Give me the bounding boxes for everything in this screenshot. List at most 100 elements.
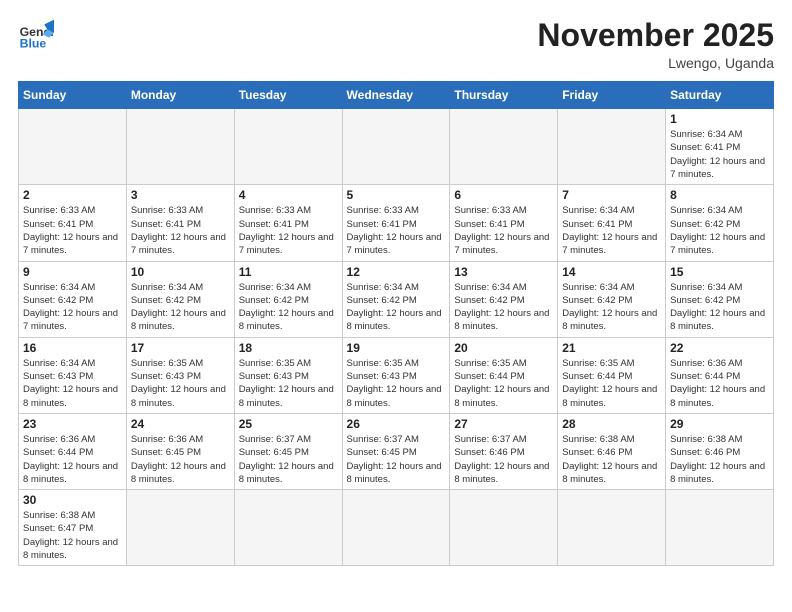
day-info: Sunrise: 6:37 AM Sunset: 6:45 PM Dayligh… (239, 433, 338, 486)
weekday-header-tuesday: Tuesday (234, 82, 342, 109)
svg-text:Blue: Blue (20, 36, 47, 50)
day-number: 27 (454, 417, 553, 431)
calendar-subtitle: Lwengo, Uganda (537, 55, 774, 71)
day-number: 8 (670, 188, 769, 202)
day-info: Sunrise: 6:35 AM Sunset: 6:44 PM Dayligh… (562, 357, 661, 410)
day-cell: 19 Sunrise: 6:35 AM Sunset: 6:43 PM Dayli… (342, 337, 450, 413)
day-cell: 26Sunrise: 6:37 AM Sunset: 6:45 PM Dayli… (342, 413, 450, 489)
week-row-5: 30 Sunrise: 6:38 AM Sunset: 6:47 PM Dayli… (19, 490, 774, 566)
day-number: 2 (23, 188, 122, 202)
day-cell (450, 109, 558, 185)
day-cell: 22 Sunrise: 6:36 AM Sunset: 6:44 PM Dayli… (666, 337, 774, 413)
day-cell: 30 Sunrise: 6:38 AM Sunset: 6:47 PM Dayli… (19, 490, 127, 566)
day-number: 23 (23, 417, 122, 431)
day-cell (126, 490, 234, 566)
weekday-header-wednesday: Wednesday (342, 82, 450, 109)
day-info: Sunrise: 6:33 AM Sunset: 6:41 PM Dayligh… (347, 204, 446, 257)
day-number: 26 (347, 417, 446, 431)
day-cell: 9 Sunrise: 6:34 AM Sunset: 6:42 PM Daylig… (19, 261, 127, 337)
day-info: Sunrise: 6:33 AM Sunset: 6:41 PM Dayligh… (454, 204, 553, 257)
weekday-header-thursday: Thursday (450, 82, 558, 109)
day-info: Sunrise: 6:34 AM Sunset: 6:42 PM Dayligh… (131, 281, 230, 334)
day-cell: 5 Sunrise: 6:33 AM Sunset: 6:41 PM Daylig… (342, 185, 450, 261)
day-cell: 4 Sunrise: 6:33 AM Sunset: 6:41 PM Daylig… (234, 185, 342, 261)
day-number: 10 (131, 265, 230, 279)
day-number: 25 (239, 417, 338, 431)
day-cell (666, 490, 774, 566)
day-number: 12 (347, 265, 446, 279)
day-cell: 27Sunrise: 6:37 AM Sunset: 6:46 PM Dayli… (450, 413, 558, 489)
day-cell: 24 Sunrise: 6:36 AM Sunset: 6:45 PM Dayli… (126, 413, 234, 489)
day-cell: 10 Sunrise: 6:34 AM Sunset: 6:42 PM Dayli… (126, 261, 234, 337)
day-info: Sunrise: 6:33 AM Sunset: 6:41 PM Dayligh… (239, 204, 338, 257)
day-number: 13 (454, 265, 553, 279)
week-row-3: 16 Sunrise: 6:34 AM Sunset: 6:43 PM Dayli… (19, 337, 774, 413)
day-number: 22 (670, 341, 769, 355)
logo-icon: General Blue (18, 18, 54, 54)
day-cell: 13 Sunrise: 6:34 AM Sunset: 6:42 PM Dayli… (450, 261, 558, 337)
day-cell (342, 109, 450, 185)
day-info: Sunrise: 6:34 AM Sunset: 6:42 PM Dayligh… (454, 281, 553, 334)
day-number: 20 (454, 341, 553, 355)
day-info: Sunrise: 6:34 AM Sunset: 6:42 PM Dayligh… (23, 281, 122, 334)
day-number: 1 (670, 112, 769, 126)
day-cell: 18Sunrise: 6:35 AM Sunset: 6:43 PM Dayli… (234, 337, 342, 413)
day-cell (234, 109, 342, 185)
day-info: Sunrise: 6:34 AM Sunset: 6:41 PM Dayligh… (670, 128, 769, 181)
week-row-1: 2 Sunrise: 6:33 AM Sunset: 6:41 PM Daylig… (19, 185, 774, 261)
day-info: Sunrise: 6:35 AM Sunset: 6:43 PM Dayligh… (239, 357, 338, 410)
day-info: Sunrise: 6:38 AM Sunset: 6:46 PM Dayligh… (562, 433, 661, 486)
day-cell: 8Sunrise: 6:34 AM Sunset: 6:42 PM Daylig… (666, 185, 774, 261)
day-cell (126, 109, 234, 185)
day-number: 3 (131, 188, 230, 202)
day-info: Sunrise: 6:34 AM Sunset: 6:42 PM Dayligh… (562, 281, 661, 334)
weekday-header-saturday: Saturday (666, 82, 774, 109)
week-row-4: 23Sunrise: 6:36 AM Sunset: 6:44 PM Dayli… (19, 413, 774, 489)
day-number: 24 (131, 417, 230, 431)
day-cell: 3Sunrise: 6:33 AM Sunset: 6:41 PM Daylig… (126, 185, 234, 261)
day-info: Sunrise: 6:34 AM Sunset: 6:42 PM Dayligh… (239, 281, 338, 334)
day-info: Sunrise: 6:35 AM Sunset: 6:43 PM Dayligh… (347, 357, 446, 410)
day-info: Sunrise: 6:36 AM Sunset: 6:44 PM Dayligh… (670, 357, 769, 410)
day-number: 19 (347, 341, 446, 355)
day-cell: 15Sunrise: 6:34 AM Sunset: 6:42 PM Dayli… (666, 261, 774, 337)
day-cell (342, 490, 450, 566)
day-info: Sunrise: 6:34 AM Sunset: 6:42 PM Dayligh… (347, 281, 446, 334)
weekday-header-sunday: Sunday (19, 82, 127, 109)
day-cell: 14 Sunrise: 6:34 AM Sunset: 6:42 PM Dayli… (558, 261, 666, 337)
day-cell: 6 Sunrise: 6:33 AM Sunset: 6:41 PM Daylig… (450, 185, 558, 261)
day-cell (19, 109, 127, 185)
weekday-header-row: SundayMondayTuesdayWednesdayThursdayFrid… (19, 82, 774, 109)
day-cell: 7Sunrise: 6:34 AM Sunset: 6:41 PM Daylig… (558, 185, 666, 261)
calendar-page: General Blue November 2025 Lwengo, Ugand… (0, 0, 792, 612)
day-number: 21 (562, 341, 661, 355)
day-info: Sunrise: 6:35 AM Sunset: 6:44 PM Dayligh… (454, 357, 553, 410)
day-number: 4 (239, 188, 338, 202)
title-block: November 2025 Lwengo, Uganda (537, 18, 774, 71)
day-number: 5 (347, 188, 446, 202)
day-cell (234, 490, 342, 566)
day-info: Sunrise: 6:36 AM Sunset: 6:45 PM Dayligh… (131, 433, 230, 486)
day-info: Sunrise: 6:34 AM Sunset: 6:42 PM Dayligh… (670, 281, 769, 334)
day-info: Sunrise: 6:38 AM Sunset: 6:46 PM Dayligh… (670, 433, 769, 486)
day-number: 16 (23, 341, 122, 355)
day-number: 9 (23, 265, 122, 279)
day-number: 30 (23, 493, 122, 507)
day-cell: 25 Sunrise: 6:37 AM Sunset: 6:45 PM Dayli… (234, 413, 342, 489)
day-info: Sunrise: 6:34 AM Sunset: 6:43 PM Dayligh… (23, 357, 122, 410)
day-cell: 12 Sunrise: 6:34 AM Sunset: 6:42 PM Dayli… (342, 261, 450, 337)
day-number: 6 (454, 188, 553, 202)
day-number: 14 (562, 265, 661, 279)
day-info: Sunrise: 6:33 AM Sunset: 6:41 PM Dayligh… (23, 204, 122, 257)
day-cell (450, 490, 558, 566)
day-number: 17 (131, 341, 230, 355)
calendar-table: SundayMondayTuesdayWednesdayThursdayFrid… (18, 81, 774, 566)
day-cell: 17Sunrise: 6:35 AM Sunset: 6:43 PM Dayli… (126, 337, 234, 413)
day-cell: 1 Sunrise: 6:34 AM Sunset: 6:41 PM Daylig… (666, 109, 774, 185)
day-cell: 2 Sunrise: 6:33 AM Sunset: 6:41 PM Daylig… (19, 185, 127, 261)
day-info: Sunrise: 6:38 AM Sunset: 6:47 PM Dayligh… (23, 509, 122, 562)
day-cell: 23Sunrise: 6:36 AM Sunset: 6:44 PM Dayli… (19, 413, 127, 489)
day-cell: 29Sunrise: 6:38 AM Sunset: 6:46 PM Dayli… (666, 413, 774, 489)
day-cell (558, 109, 666, 185)
week-row-2: 9 Sunrise: 6:34 AM Sunset: 6:42 PM Daylig… (19, 261, 774, 337)
